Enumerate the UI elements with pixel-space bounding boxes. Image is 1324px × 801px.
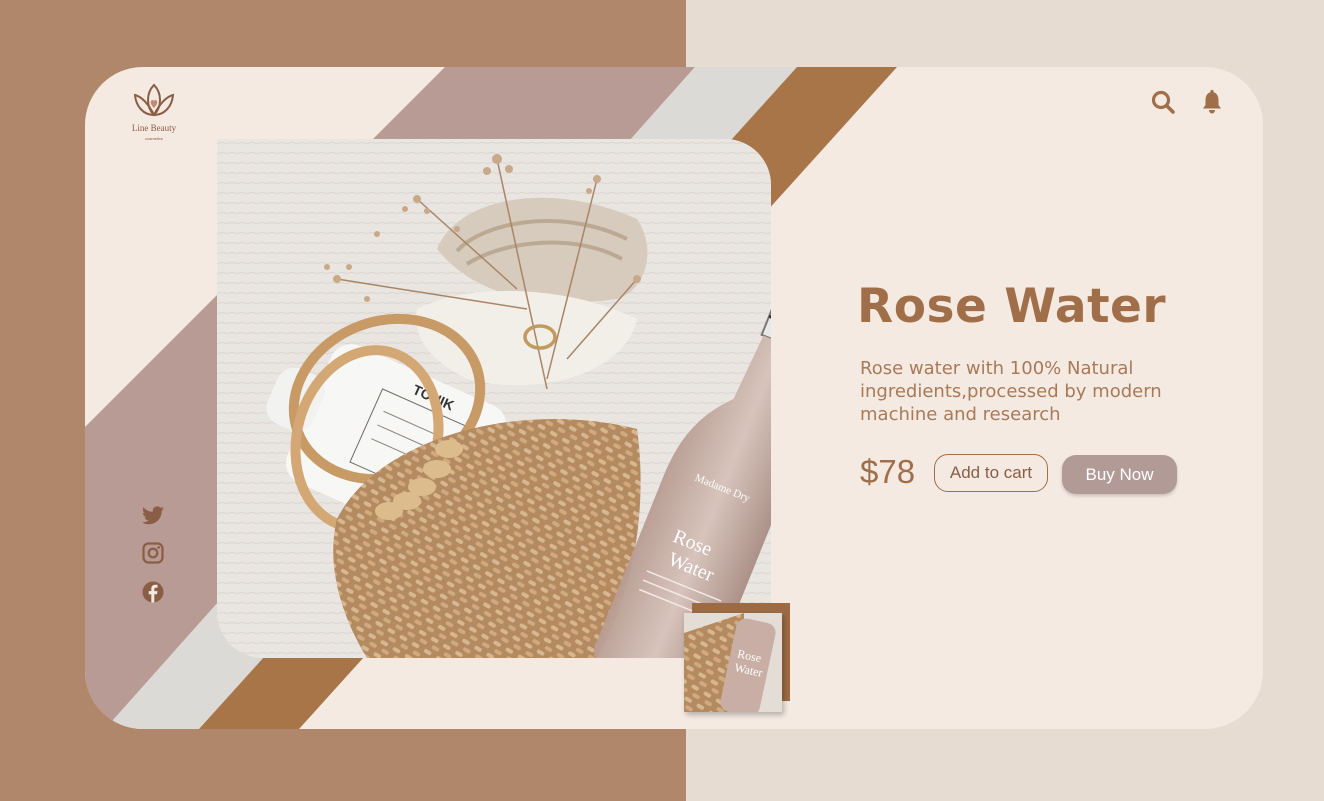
product-card: Line Beauty cosmetics TONIK Madame Dry R… xyxy=(85,67,1263,729)
brand-tagline: cosmetics xyxy=(145,136,163,141)
product-thumbnail[interactable]: Rose Water xyxy=(684,603,790,712)
brand-logo[interactable]: Line Beauty cosmetics xyxy=(130,81,178,151)
add-to-cart-button[interactable]: Add to cart xyxy=(934,454,1048,492)
bell-icon[interactable] xyxy=(1199,89,1225,115)
lotus-icon xyxy=(133,83,175,117)
product-illustration: TONIK Madame Dry Rose Water xyxy=(217,139,771,658)
thumbnail-image: Rose Water xyxy=(684,613,782,712)
instagram-icon[interactable] xyxy=(141,541,165,565)
search-icon[interactable] xyxy=(1150,89,1176,115)
brand-name: Line Beauty xyxy=(131,123,177,133)
product-price: $78 xyxy=(860,453,916,490)
product-description: Rose water with 100% Natural ingredients… xyxy=(860,358,1162,425)
product-title: Rose Water xyxy=(857,279,1167,334)
product-photo: TONIK Madame Dry Rose Water xyxy=(217,139,771,658)
buy-now-button[interactable]: Buy Now xyxy=(1062,455,1177,494)
twitter-icon[interactable] xyxy=(141,504,165,528)
facebook-icon[interactable] xyxy=(141,580,165,604)
